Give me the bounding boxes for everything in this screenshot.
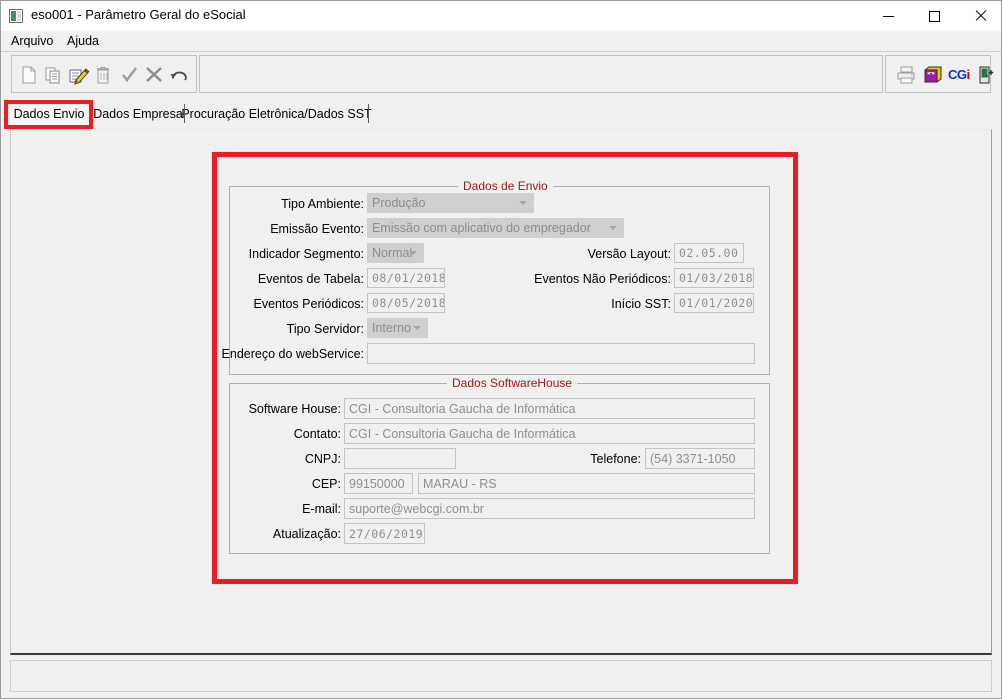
field-atualizacao-value: 27/06/2019 [349, 526, 424, 541]
field-cnpj[interactable] [344, 448, 456, 469]
field-tipo-ambiente-value: Produção [372, 196, 426, 210]
field-versao-layout-value: 02.05.00 [679, 246, 739, 260]
minimize-icon [882, 15, 894, 17]
exit-door-icon[interactable] [976, 64, 998, 86]
field-eventos-periodicos[interactable]: 08/05/2018 [367, 293, 445, 313]
label-atualizacao: Atualização: [272, 527, 341, 541]
chevron-down-icon [409, 251, 417, 255]
active-tab-highlight [4, 100, 93, 129]
application-window: eso001 - Parâmetro Geral do eSocial Arqu… [0, 0, 1002, 699]
field-tipo-servidor-value: Interno [372, 321, 411, 335]
group-title-dados-de-envio: Dados de Envio [458, 179, 553, 193]
label-eventos-de-tabela: Eventos de Tabela: [257, 272, 364, 286]
field-contato[interactable]: CGI - Consultoria Gaucha de Informática [344, 423, 755, 444]
tab-procuracao-eletronica[interactable]: Procuração Eletrônica/Dados SST [181, 101, 371, 126]
field-eventos-nao-periodicos[interactable]: 01/03/2018 [674, 268, 754, 288]
field-inicio-sst[interactable]: 01/01/2020 [674, 293, 754, 313]
field-contato-value: CGI - Consultoria Gaucha de Informática [349, 426, 576, 441]
field-software-house[interactable]: CGI - Consultoria Gaucha de Informática [344, 398, 755, 419]
confirm-check-icon[interactable] [118, 64, 140, 86]
field-software-house-value: CGI - Consultoria Gaucha de Informática [349, 401, 576, 416]
field-tipo-ambiente[interactable]: Produção [367, 193, 534, 213]
field-email[interactable]: suporte@webcgi.com.br [344, 498, 755, 519]
menu-item-arquivo[interactable]: Arquivo [7, 33, 57, 49]
maximize-icon [928, 10, 940, 22]
close-button[interactable] [957, 1, 1002, 31]
cancel-x-icon[interactable] [143, 64, 165, 86]
label-eventos-nao-periodicos: Eventos Não Periódicos: [534, 272, 671, 286]
notebook-icon[interactable] [922, 64, 944, 86]
menu-item-ajuda[interactable]: Ajuda [63, 33, 103, 49]
field-cep-value: 99150000 [349, 476, 405, 491]
field-eventos-periodicos-value: 08/05/2018 [372, 296, 445, 310]
field-cep[interactable]: 99150000 [344, 473, 413, 494]
minimize-button[interactable] [865, 1, 911, 31]
toolbar-spacer-panel [199, 55, 883, 93]
field-emissao-evento[interactable]: Emissão com aplicativo do empregador [367, 218, 624, 238]
menu-bar: Arquivo Ajuda [1, 31, 1001, 51]
edit-record-icon[interactable] [68, 64, 90, 86]
toolbar-record-actions [11, 55, 197, 93]
field-emissao-evento-value: Emissão com aplicativo do empregador [372, 221, 591, 235]
label-tipo-ambiente: Tipo Ambiente: [281, 197, 364, 211]
field-endereco-webservice[interactable] [367, 343, 755, 364]
tab-separator-1 [184, 104, 185, 123]
field-indicador-segmento[interactable]: Normal [367, 243, 424, 263]
label-indicador-segmento: Indicador Segmento: [248, 247, 364, 261]
chevron-down-icon [413, 326, 421, 330]
field-inicio-sst-value: 01/01/2020 [679, 296, 754, 310]
field-cidade-uf-value: MARAU - RS [423, 476, 497, 491]
cgi-logo-part2: i [966, 67, 971, 82]
field-eventos-de-tabela-value: 08/01/2018 [372, 271, 445, 285]
title-bar: eso001 - Parâmetro Geral do eSocial [1, 1, 1001, 31]
field-atualizacao[interactable]: 27/06/2019 [344, 523, 425, 544]
delete-record-icon[interactable] [93, 64, 115, 86]
field-versao-layout[interactable]: 02.05.00 [674, 243, 744, 263]
status-bar [10, 660, 992, 692]
field-telefone[interactable]: (54) 3371-1050 [645, 448, 755, 469]
label-versao-layout: Versão Layout: [587, 247, 671, 261]
toolbar-app-actions: CGi [885, 55, 994, 93]
group-title-dados-softwarehouse: Dados SoftwareHouse [447, 376, 578, 390]
label-endereco-webservice: Endereço do webService: [221, 347, 364, 361]
maximize-button[interactable] [911, 1, 957, 31]
cgi-logo-part1: CG [948, 67, 967, 82]
label-contato: Contato: [293, 427, 341, 441]
tab-separator-2 [368, 104, 369, 123]
new-record-icon[interactable] [18, 64, 40, 86]
toolbar: CGi [1, 52, 1001, 95]
label-cep: CEP: [311, 477, 341, 491]
field-eventos-nao-periodicos-value: 01/03/2018 [679, 271, 754, 285]
label-inicio-sst: Início SST: [611, 297, 671, 311]
undo-icon[interactable] [168, 64, 190, 86]
close-icon [974, 10, 986, 22]
label-email: E-mail: [302, 502, 341, 516]
window-title: eso001 - Parâmetro Geral do eSocial [31, 7, 246, 22]
field-cidade-uf[interactable]: MARAU - RS [418, 473, 755, 494]
cgi-logo-icon[interactable]: CGi [948, 64, 974, 86]
label-software-house: Software House: [248, 402, 341, 416]
field-email-value: suporte@webcgi.com.br [349, 501, 484, 516]
chevron-down-icon [609, 226, 617, 230]
label-tipo-servidor: Tipo Servidor: [286, 322, 364, 336]
tab-dados-empresa[interactable]: Dados Empresa [93, 101, 183, 126]
app-icon [9, 9, 23, 23]
label-cnpj: CNPJ: [304, 452, 341, 466]
chevron-down-icon [519, 201, 527, 205]
field-tipo-servidor[interactable]: Interno [367, 318, 428, 338]
field-eventos-de-tabela[interactable]: 08/01/2018 [367, 268, 445, 288]
label-telefone: Telefone: [590, 452, 641, 466]
label-eventos-periodicos: Eventos Periódicos: [253, 297, 364, 311]
copy-record-icon[interactable] [43, 64, 65, 86]
field-indicador-segmento-value: Normal [372, 246, 413, 260]
tab-strip: Dados Envio Dados Empresa Procuração Ele… [1, 98, 1001, 130]
field-telefone-value: (54) 3371-1050 [650, 451, 736, 466]
label-emissao-evento: Emissão Evento: [270, 222, 364, 236]
print-icon[interactable] [896, 64, 918, 86]
